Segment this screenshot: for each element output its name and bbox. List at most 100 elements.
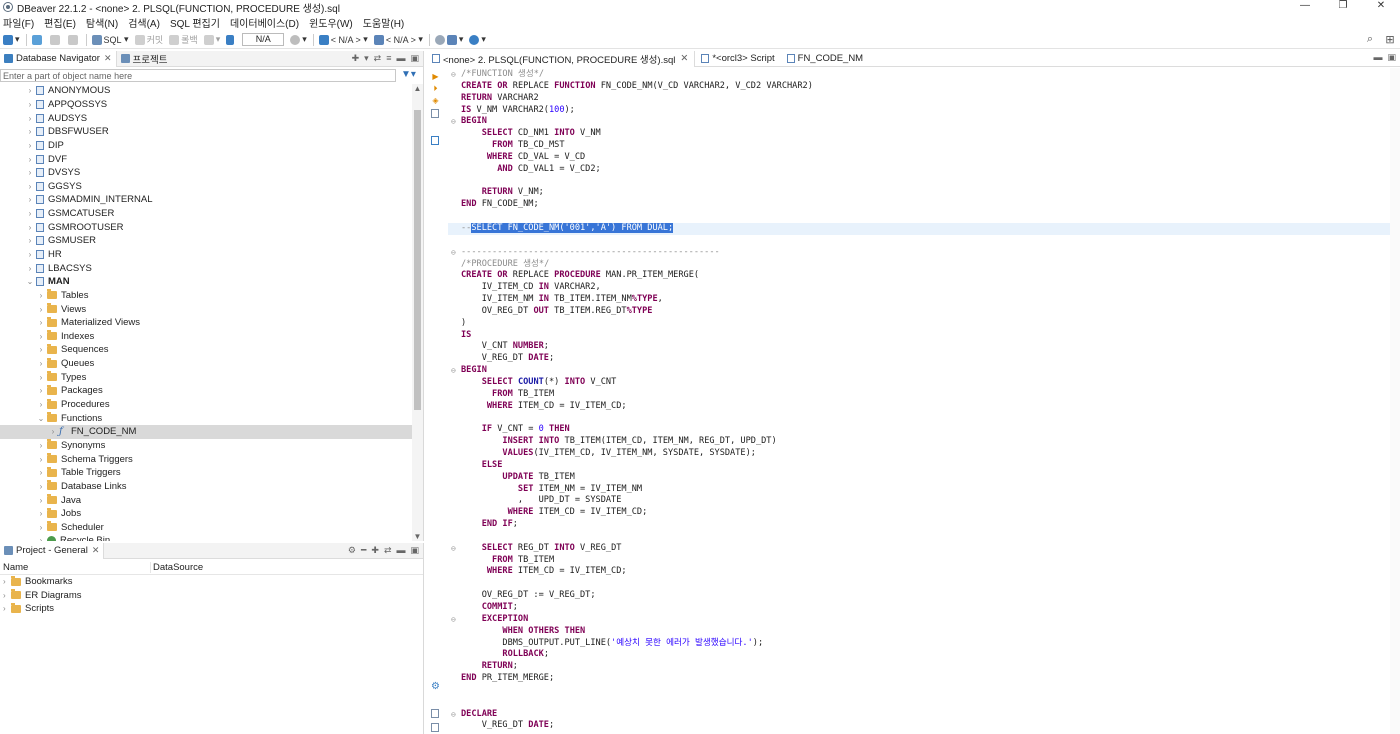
filter-icon[interactable]: ▼▾ (401, 69, 416, 80)
menu-item[interactable]: 윈도우(W) (309, 15, 353, 30)
chevron-right-icon[interactable]: › (37, 496, 45, 505)
fold-icon[interactable]: ⊖ (451, 116, 456, 128)
datasource-selector[interactable]: < N/A > ▾ (318, 33, 368, 47)
link-icon[interactable]: ⇄ (374, 53, 382, 64)
new-connection-icon[interactable]: ✚ (352, 53, 360, 64)
menu-item[interactable]: 도움말(H) (363, 15, 404, 30)
editor-tab[interactable]: <none> 2. PLSQL(FUNCTION, PROCEDURE 생성).… (426, 50, 696, 67)
chevron-right-icon[interactable]: › (3, 591, 11, 600)
restore-button[interactable]: ❐ (1324, 0, 1362, 14)
output-panel-icon[interactable] (431, 136, 439, 145)
maximize-icon[interactable]: ▣ (410, 545, 419, 556)
close-icon[interactable]: ✕ (92, 545, 100, 556)
tree-item-schema[interactable]: › DBSFWUSER (0, 125, 412, 139)
menu-icon[interactable]: ▾ (364, 53, 369, 64)
tree-item-schema[interactable]: › APPQOSSYS (0, 98, 412, 112)
menu-item[interactable]: 편집(E) (44, 15, 76, 30)
editor-tab[interactable]: *<orcl3> Script (695, 51, 780, 67)
history-button[interactable]: ▾ (290, 33, 307, 47)
connect-button[interactable] (31, 33, 44, 47)
chevron-right-icon[interactable]: › (26, 195, 34, 204)
close-icon[interactable]: ✕ (680, 53, 688, 64)
lock-button[interactable] (226, 33, 236, 47)
tree-item-schema[interactable]: › LBACSYS (0, 261, 412, 275)
tree-item-folder[interactable]: › Packages (0, 384, 412, 398)
tree-item-folder[interactable]: › Types (0, 370, 412, 384)
commit-button[interactable]: 커밋 (134, 33, 163, 47)
tree-item-folder[interactable]: › Java (0, 493, 412, 507)
chevron-right-icon[interactable]: › (37, 373, 45, 382)
tree-item-schema[interactable]: › AUDSYS (0, 111, 412, 125)
tab-project-general[interactable]: Project - General ✕ (0, 542, 105, 559)
close-icon[interactable]: ✕ (104, 53, 112, 64)
chevron-down-icon[interactable]: ⌄ (37, 414, 45, 423)
object-filter-input[interactable] (0, 69, 396, 82)
execute-statement-icon[interactable]: ▶ (431, 72, 440, 81)
tree-item-folder[interactable]: › Synonyms (0, 439, 412, 453)
tree-item-schema[interactable]: › DVF (0, 152, 412, 166)
new-connection-button[interactable]: ▾ (3, 33, 20, 47)
editor-tab[interactable]: FN_CODE_NM (781, 51, 869, 67)
tree-item-folder[interactable]: › Queues (0, 357, 412, 371)
chevron-right-icon[interactable]: › (26, 86, 34, 95)
tree-item-folder[interactable]: › Database Links (0, 480, 412, 494)
execute-script-icon[interactable]: ⏵ (431, 84, 440, 93)
collapse-icon[interactable]: ━ (361, 545, 366, 556)
chevron-right-icon[interactable]: › (37, 482, 45, 491)
tree-item-functions-folder[interactable]: ⌄ Functions (0, 411, 412, 425)
chevron-right-icon[interactable]: › (37, 523, 45, 532)
tree-item-schema[interactable]: › ANONYMOUS (0, 84, 412, 98)
column-name[interactable]: Name (0, 562, 150, 573)
invalidate-button[interactable] (67, 33, 80, 47)
fold-icon[interactable]: ⊖ (451, 709, 456, 721)
menu-item[interactable]: 검색(A) (128, 15, 160, 30)
chevron-right-icon[interactable]: › (3, 604, 11, 613)
editor-scrollbar[interactable] (1390, 68, 1400, 734)
chevron-right-icon[interactable]: › (26, 127, 34, 136)
chevron-right-icon[interactable]: › (37, 441, 45, 450)
chevron-right-icon[interactable]: › (26, 155, 34, 164)
close-window-button[interactable]: ✕ (1362, 0, 1400, 14)
tree-item-folder[interactable]: › Scheduler (0, 521, 412, 535)
scroll-down-icon[interactable]: ▼ (412, 532, 423, 541)
settings-icon[interactable]: ⚙ (348, 545, 356, 556)
maximize-icon[interactable]: ▣ (1387, 52, 1396, 63)
schema-selector[interactable]: < N/A > ▾ (373, 33, 423, 47)
tree-item-recycle-bin[interactable]: › Recycle Bin (0, 534, 412, 541)
chevron-right-icon[interactable]: › (37, 359, 45, 368)
tree-item-folder[interactable]: › Procedures (0, 398, 412, 412)
chevron-right-icon[interactable]: › (26, 168, 34, 177)
menu-item[interactable]: 탐색(N) (86, 15, 118, 30)
disconnect-button[interactable] (49, 33, 62, 47)
tree-item-folder[interactable]: › Indexes (0, 330, 412, 344)
chevron-right-icon[interactable]: › (26, 100, 34, 109)
chevron-right-icon[interactable]: › (37, 345, 45, 354)
chevron-right-icon[interactable]: › (26, 250, 34, 259)
fold-icon[interactable]: ⊖ (451, 365, 456, 377)
tree-item-folder[interactable]: › Views (0, 302, 412, 316)
chevron-right-icon[interactable]: › (37, 332, 45, 341)
chevron-right-icon[interactable]: › (26, 236, 34, 245)
fold-icon[interactable]: ⊖ (451, 247, 456, 259)
tree-item-schema[interactable]: › DIP (0, 139, 412, 153)
link-icon[interactable]: ⇄ (384, 545, 392, 556)
project-item[interactable]: › Scripts (0, 602, 423, 616)
tree-item-folder[interactable]: › Materialized Views (0, 316, 412, 330)
perspective-icon[interactable]: ⊞ (1380, 33, 1400, 46)
menu-item[interactable]: 데이터베이스(D) (230, 15, 299, 30)
tree-item-folder[interactable]: › Jobs (0, 507, 412, 521)
chevron-right-icon[interactable]: › (37, 536, 45, 541)
scroll-up-icon[interactable]: ▲ (412, 84, 423, 93)
tree-item-schema[interactable]: › GSMCATUSER (0, 207, 412, 221)
chevron-right-icon[interactable]: › (26, 264, 34, 273)
sql-editor-button[interactable]: SQL ▾ (91, 33, 129, 47)
scrollbar-thumb[interactable] (414, 110, 421, 410)
tree-item-folder[interactable]: › Schema Triggers (0, 452, 412, 466)
chevron-right-icon[interactable]: › (26, 223, 34, 232)
minimize-icon[interactable]: ▬ (1373, 52, 1382, 63)
tree-item-folder[interactable]: › Table Triggers (0, 466, 412, 480)
settings-icon[interactable]: ⚙ (431, 682, 440, 692)
maximize-icon[interactable]: ▣ (410, 53, 419, 64)
export-icon[interactable] (431, 709, 439, 718)
import-icon[interactable] (431, 723, 439, 732)
